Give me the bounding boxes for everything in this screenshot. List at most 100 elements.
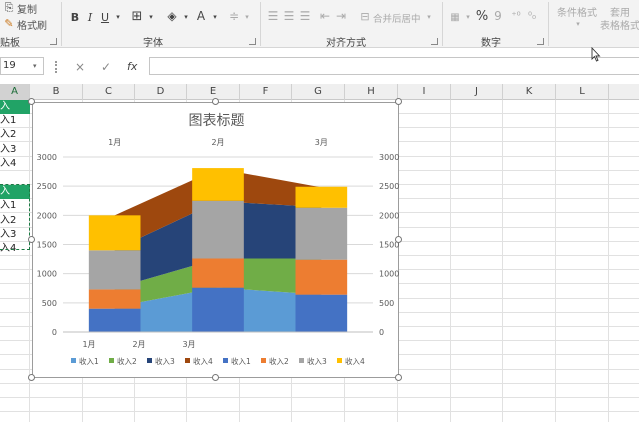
drag-handle-icon[interactable] <box>55 61 57 73</box>
align-center-icon[interactable]: ☰ <box>282 9 296 23</box>
chart-resize-handle[interactable] <box>211 98 219 105</box>
column-header-a[interactable]: A <box>0 84 30 100</box>
conditional-format-dropdown-icon[interactable]: ▾ <box>571 17 585 31</box>
cell-a6[interactable] <box>0 171 30 185</box>
font-color-dropdown-icon[interactable]: ▾ <box>208 10 222 24</box>
secondary-y-tick-label: 0 <box>379 328 384 337</box>
column-bar-收入2 <box>192 258 244 288</box>
chart-resize-handle[interactable] <box>211 374 219 381</box>
increase-indent-icon[interactable]: ⇥ <box>334 9 348 23</box>
y-tick-label: 2500 <box>37 182 57 191</box>
chart-resize-handle[interactable] <box>395 98 402 105</box>
column-header-h[interactable]: H <box>345 84 398 100</box>
cell-a2[interactable]: 入1 <box>0 114 30 128</box>
insert-function-icon[interactable]: fx <box>127 60 137 73</box>
column-bar-收入1 <box>295 294 348 332</box>
copy-selection-outline <box>0 184 30 250</box>
secondary-y-tick-label: 500 <box>379 299 394 308</box>
font-group-label: 字体 <box>143 38 163 49</box>
font-launcher-icon[interactable] <box>249 38 256 45</box>
grid-row-line <box>0 397 639 398</box>
legend-entry: 收入1 <box>231 356 251 366</box>
phonetic-dropdown-icon[interactable]: ▾ <box>240 10 254 24</box>
formula-bar: 19 ▾ × ✓ fx <box>0 53 639 79</box>
border-dropdown-icon[interactable]: ▾ <box>144 10 158 24</box>
format-painter-icon[interactable]: ✎ <box>2 16 16 30</box>
formula-input[interactable] <box>149 57 639 75</box>
x-tick-label: 1月 <box>82 340 95 349</box>
legend-swatch <box>147 358 152 363</box>
column-header-b[interactable]: B <box>30 84 83 100</box>
column-header-k[interactable]: K <box>503 84 556 100</box>
cancel-icon[interactable]: × <box>75 60 85 74</box>
column-header-l[interactable]: L <box>556 84 609 100</box>
chart-resize-handle[interactable] <box>395 236 402 243</box>
copy-button[interactable]: 复制 <box>17 1 37 16</box>
column-header-g[interactable]: G <box>292 84 345 100</box>
x-tick-label: 2月 <box>132 340 145 349</box>
chart-plot[interactable]: 0 0500 5001000 10001500 15002000 20002500 2500… <box>33 103 400 379</box>
name-box-dropdown-icon[interactable]: ▾ <box>33 62 37 70</box>
copy-icon[interactable]: ⎘ <box>2 1 16 15</box>
legend-entry: 收入2 <box>117 356 137 366</box>
number-launcher-icon[interactable] <box>537 38 544 45</box>
phonetic-icon[interactable]: ≑ <box>227 9 241 23</box>
group-separator <box>548 2 549 46</box>
chart-object[interactable]: 图表标题 0 0 500 500 1000 1000 1500 1500 2000 2000 250… <box>32 102 399 378</box>
alignment-launcher-icon[interactable] <box>431 38 438 45</box>
bold-button[interactable]: B <box>68 10 82 24</box>
legend-swatch <box>299 358 304 363</box>
legend-entry: 收入3 <box>307 356 327 366</box>
cell-a1[interactable]: 入 <box>0 100 30 114</box>
column-header-i[interactable]: I <box>398 84 451 100</box>
fill-dropdown-icon[interactable]: ▾ <box>179 10 193 24</box>
decrease-decimal-icon[interactable]: ⁰₀ <box>525 9 539 23</box>
secondary-y-tick-label: 3000 <box>379 153 399 162</box>
cell-a5[interactable]: 入4 <box>0 157 30 171</box>
font-color-button[interactable]: A <box>194 9 208 23</box>
enter-icon[interactable]: ✓ <box>101 60 111 74</box>
secondary-y-tick-label: 2000 <box>379 211 399 220</box>
format-painter-button[interactable]: 格式刷 <box>17 17 47 32</box>
secondary-x-tick-label: 1月 <box>108 138 121 147</box>
comma-style-button[interactable]: 9 <box>491 9 505 23</box>
italic-button[interactable]: I <box>83 10 97 24</box>
name-box[interactable]: 19 <box>0 57 44 75</box>
merge-dropdown-icon[interactable]: ▾ <box>422 10 436 24</box>
merge-center-button[interactable]: 合并后居中 <box>373 11 421 25</box>
column-bar-收入3 <box>88 250 141 290</box>
group-separator <box>260 2 261 46</box>
clipboard-launcher-icon[interactable] <box>50 38 57 45</box>
fill-color-icon[interactable]: ◈ <box>165 9 179 23</box>
currency-dropdown-icon[interactable]: ▾ <box>461 10 475 24</box>
column-bar-收入2 <box>295 259 348 295</box>
cell-a3[interactable]: 入2 <box>0 128 30 142</box>
y-tick-label: 1500 <box>37 241 57 250</box>
align-left-icon[interactable]: ☰ <box>266 9 280 23</box>
chart-resize-handle[interactable] <box>395 374 402 381</box>
chart-resize-handle[interactable] <box>28 236 35 243</box>
column-bar-收入1 <box>192 287 244 332</box>
number-group-label: 数字 <box>481 38 501 49</box>
underline-dropdown-icon[interactable]: ▾ <box>111 10 125 24</box>
decrease-indent-icon[interactable]: ⇤ <box>318 9 332 23</box>
column-bar-收入4 <box>295 186 348 208</box>
chart-resize-handle[interactable] <box>28 374 35 381</box>
column-bar-收入2 <box>88 289 141 309</box>
secondary-y-tick-label: 1000 <box>379 270 399 279</box>
increase-decimal-icon[interactable]: ⁺⁰ <box>509 9 523 23</box>
percent-button[interactable]: % <box>475 9 489 24</box>
merge-center-icon[interactable]: ⊟ <box>358 9 372 23</box>
cell-a4[interactable]: 入3 <box>0 143 30 157</box>
column-header-d[interactable]: D <box>135 84 187 100</box>
alignment-group-label: 对齐方式 <box>326 38 366 49</box>
currency-icon[interactable]: ▦ <box>448 10 462 24</box>
x-tick-label: 3月 <box>182 340 195 349</box>
chart-resize-handle[interactable] <box>28 98 35 105</box>
column-header-f[interactable]: F <box>240 84 292 100</box>
align-right-icon[interactable]: ☰ <box>298 9 312 23</box>
border-icon[interactable]: ⊞ <box>130 9 144 24</box>
column-header-j[interactable]: J <box>451 84 503 100</box>
underline-button[interactable]: U <box>98 10 112 24</box>
column-header-c[interactable]: C <box>83 84 135 100</box>
